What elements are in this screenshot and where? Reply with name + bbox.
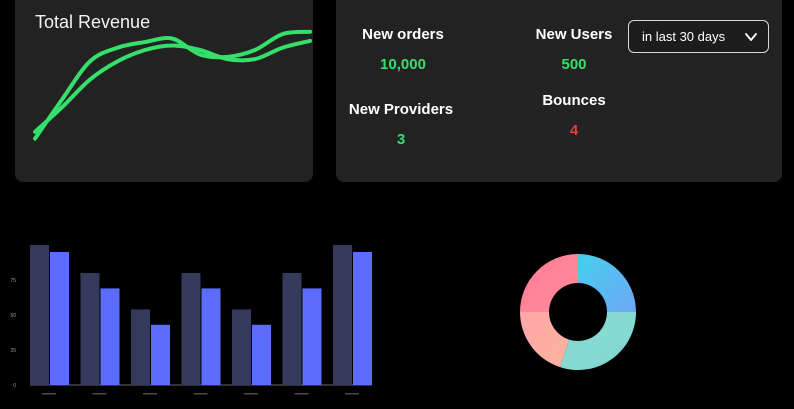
chevron-down-icon — [745, 33, 757, 41]
stat-new-users: New Users 500 — [530, 26, 618, 73]
stat-bounces: Bounces 4 — [536, 92, 612, 139]
stat-label: Bounces — [542, 92, 606, 109]
bar — [232, 309, 251, 385]
period-select-value: in last 30 days — [642, 29, 726, 44]
bar-chart: 0 25 50 75 — [10, 245, 372, 395]
stat-value: 4 — [569, 122, 579, 139]
x-tick-label — [42, 393, 56, 395]
stat-label: New orders — [362, 26, 444, 43]
donut-slice — [520, 312, 570, 368]
stat-value: 10,000 — [380, 56, 426, 73]
bar — [252, 324, 271, 385]
bar — [151, 324, 170, 385]
period-select[interactable]: in last 30 days — [628, 20, 769, 53]
stat-label: New Users — [535, 26, 613, 43]
revenue-series-line — [33, 29, 312, 141]
bar — [100, 288, 120, 385]
y-tick-label: 50 — [10, 313, 16, 319]
bar — [201, 288, 221, 385]
x-tick-label — [294, 393, 309, 395]
revenue-series-line — [33, 38, 312, 134]
donut-slice — [560, 312, 636, 370]
donut-chart — [520, 254, 636, 370]
bar — [30, 245, 49, 385]
revenue-card: Total Revenue — [15, 0, 313, 182]
x-tick-label — [92, 393, 107, 395]
y-tick-label: 0 — [13, 383, 16, 389]
stat-label: New Providers — [348, 101, 454, 118]
donut-slice — [520, 254, 578, 312]
bar — [50, 252, 69, 385]
y-tick-label: 75 — [10, 278, 16, 284]
bar — [302, 288, 322, 385]
x-tick-label — [244, 393, 258, 395]
stat-value: 500 — [561, 56, 587, 73]
stat-value: 3 — [396, 131, 406, 148]
donut-slice — [578, 254, 636, 312]
bar — [353, 252, 372, 385]
bar — [333, 245, 352, 385]
stat-new-orders: New orders 10,000 — [352, 26, 454, 73]
revenue-title: Total Revenue — [35, 12, 151, 32]
stat-new-providers: New Providers 3 — [346, 101, 456, 148]
bar — [80, 273, 100, 385]
x-tick-label — [345, 393, 359, 395]
y-tick-label: 25 — [10, 348, 16, 354]
x-tick-label — [193, 393, 208, 395]
bar — [282, 273, 302, 385]
bar — [131, 309, 150, 385]
bar — [181, 273, 201, 385]
x-tick-label — [143, 393, 157, 395]
